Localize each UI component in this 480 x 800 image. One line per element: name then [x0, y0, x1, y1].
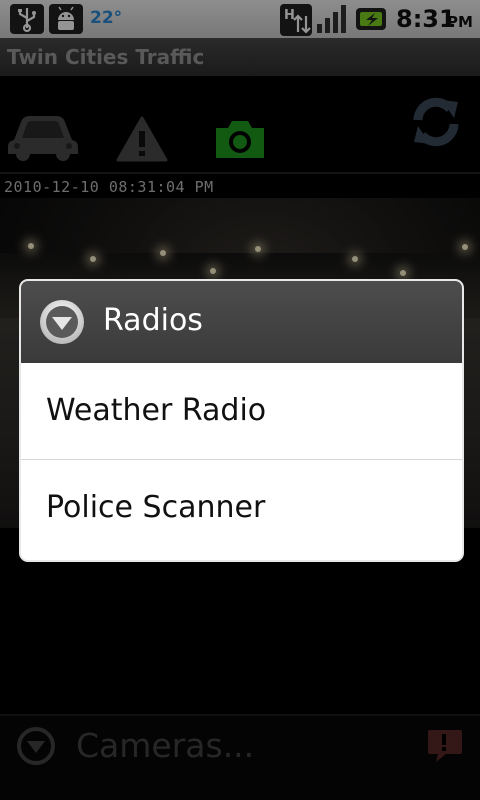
option-label: Weather Radio — [46, 393, 267, 428]
option-police-scanner[interactable]: Police Scanner — [21, 460, 462, 560]
option-weather-radio[interactable]: Weather Radio — [21, 363, 462, 460]
dialog-header: Radios — [21, 281, 462, 363]
radios-dialog: Radios Weather Radio Police Scanner — [21, 281, 462, 560]
option-label: Police Scanner — [46, 490, 266, 525]
dialog-title: Radios — [103, 303, 203, 338]
dropdown-circle-icon — [39, 299, 85, 349]
